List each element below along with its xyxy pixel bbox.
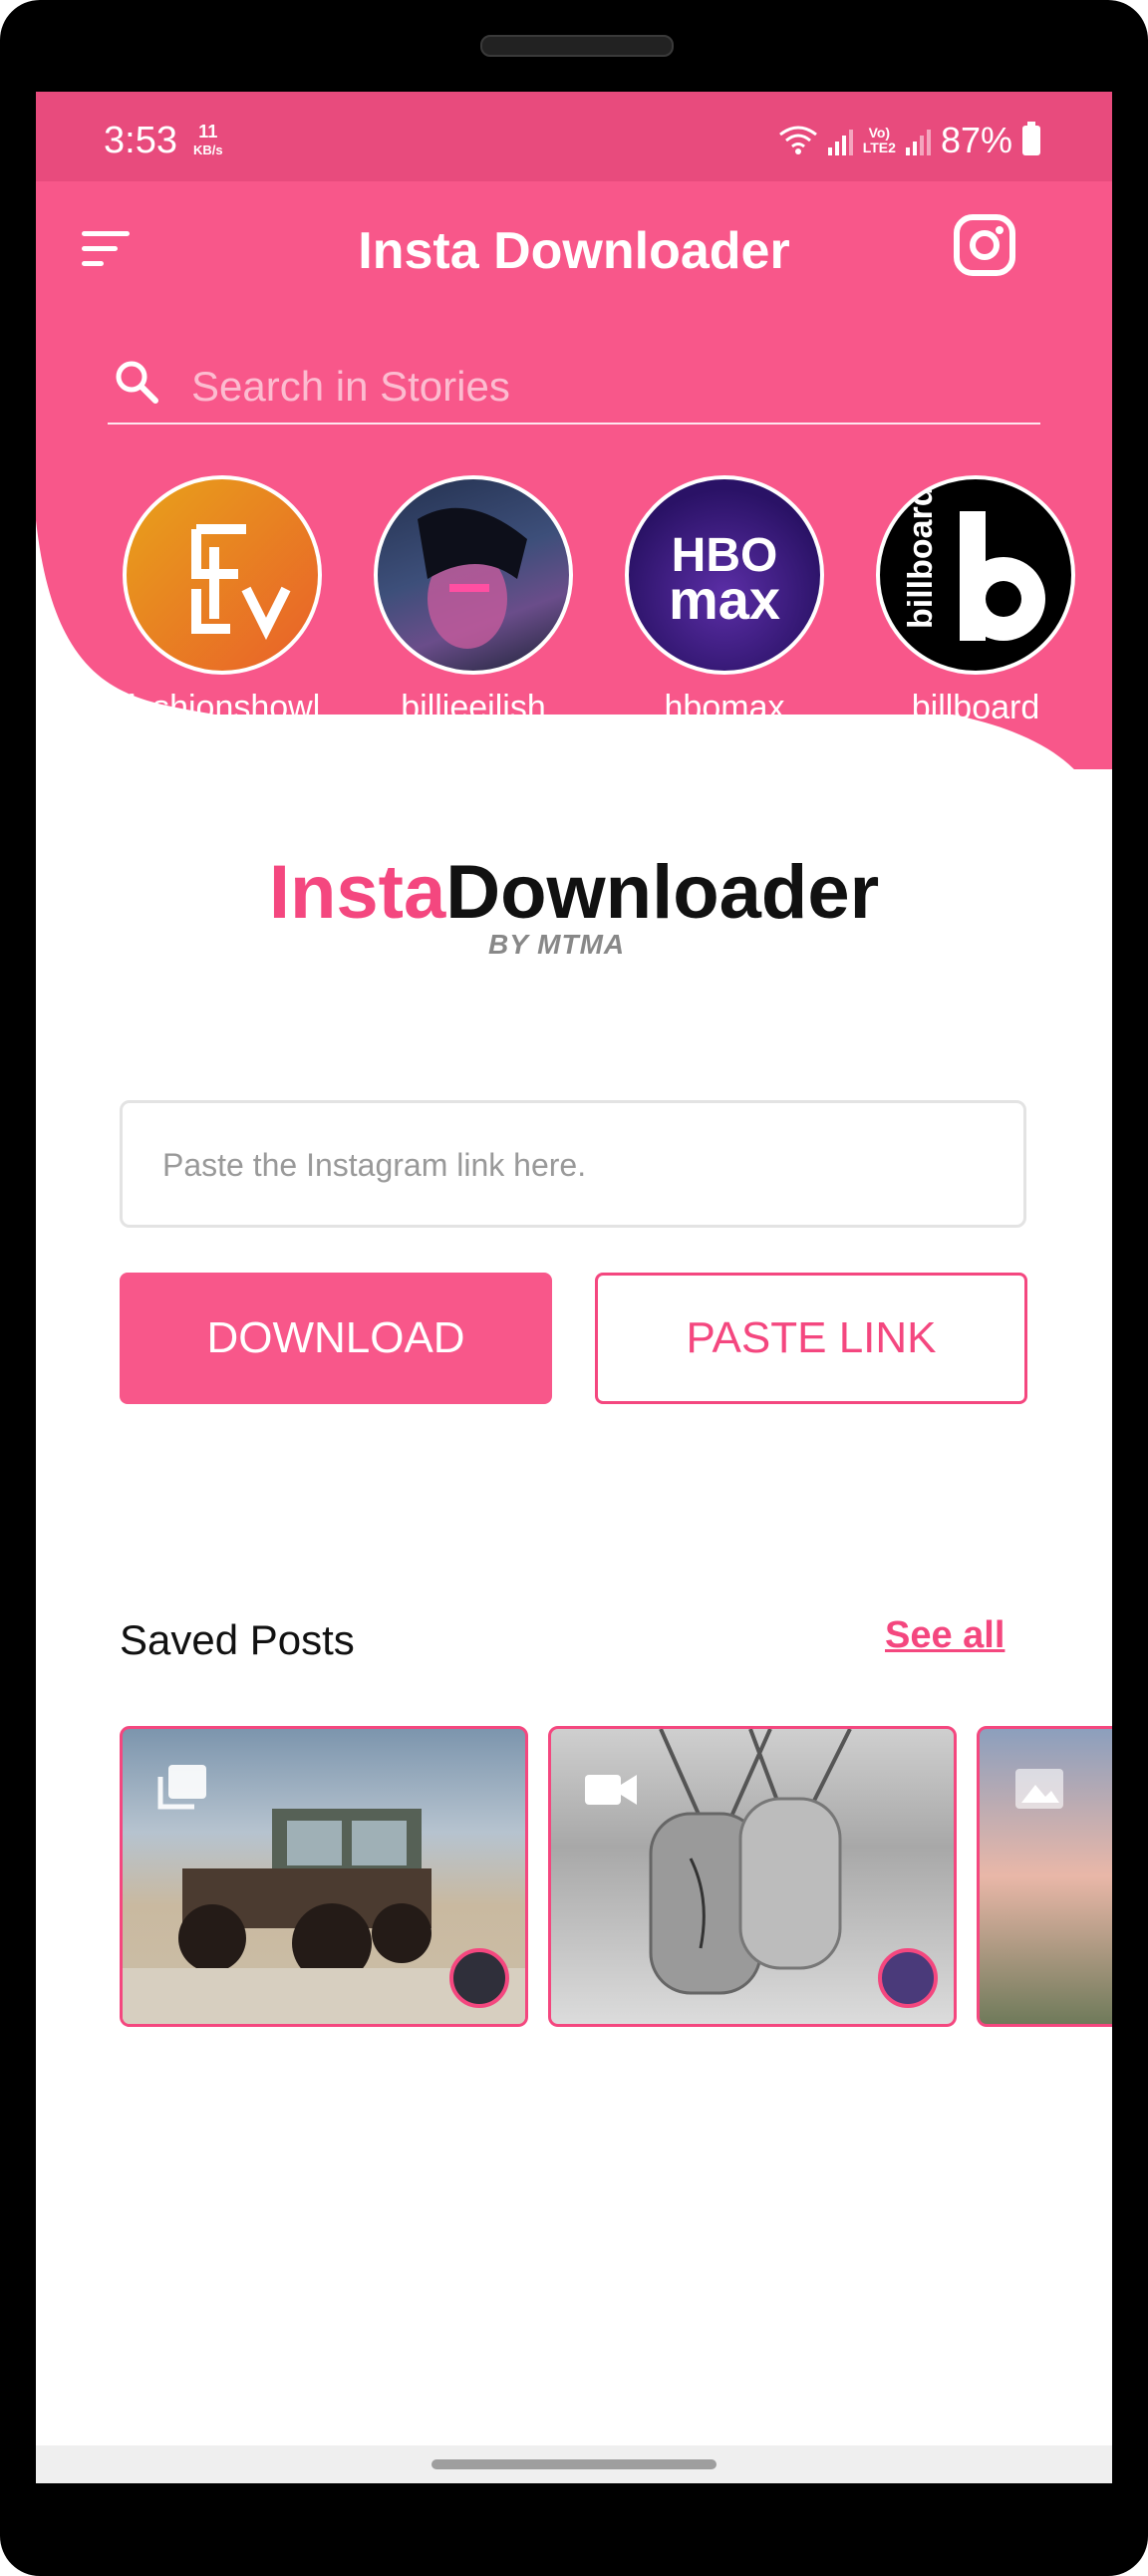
- image-icon: [1015, 1769, 1063, 1809]
- home-gesture-handle[interactable]: [431, 2459, 717, 2469]
- instagram-link-input[interactable]: Paste the Instagram link here.: [120, 1100, 1026, 1228]
- search-placeholder: Search in Stories: [191, 363, 510, 410]
- story-item[interactable]: billieeilish: [369, 475, 578, 727]
- story-avatar: [123, 475, 322, 675]
- carousel-icon: [157, 1765, 206, 1810]
- battery-percent: 87%: [940, 120, 1012, 160]
- status-time: 3:53: [104, 120, 177, 161]
- speaker-grille: [480, 35, 674, 57]
- post-owner-avatar: [449, 1948, 509, 2008]
- logo-part-insta: Insta: [268, 850, 446, 935]
- story-avatar: HBO max: [625, 475, 824, 675]
- device-frame: 3:53 11 KB/s Vo) LTE2 87% Insta Download…: [0, 0, 1148, 2576]
- link-input-placeholder: Paste the Instagram link here.: [162, 1147, 587, 1183]
- instagram-icon[interactable]: [953, 213, 1016, 277]
- story-name: billboard: [911, 689, 1040, 726]
- billboard-logo: billboard: [902, 485, 1045, 641]
- paste-link-button[interactable]: PASTE LINK: [595, 1273, 1027, 1404]
- story-name: billieeilish: [401, 689, 546, 726]
- app-screen: 3:53 11 KB/s Vo) LTE2 87% Insta Download…: [36, 92, 1112, 2483]
- wifi-icon: [778, 126, 817, 154]
- stories-search[interactable]: Search in Stories: [108, 341, 1040, 425]
- search-icon: [116, 361, 158, 404]
- billieeilish-photo: [418, 507, 527, 649]
- story-name: fashionshowl: [124, 689, 321, 726]
- see-all-link[interactable]: See all: [885, 1614, 1004, 1657]
- saved-post-card[interactable]: [120, 1726, 528, 2027]
- network-speed: 11 KB/s: [193, 122, 223, 158]
- logo-part-downloader: Downloader: [445, 850, 880, 935]
- story-avatar: [374, 475, 573, 675]
- network-speed-value: 11: [198, 122, 218, 142]
- svg-text:billboard: billboard: [902, 485, 940, 629]
- stories-row: fashionshowl billieeilish HBO max hbomax…: [36, 475, 1112, 726]
- svg-text:max: max: [669, 568, 780, 631]
- saved-post-card[interactable]: [548, 1726, 957, 2027]
- volte-indicator: Vo) LTE2: [863, 126, 896, 155]
- volte-label: Vo): [868, 125, 891, 141]
- status-right: Vo) LTE2 87%: [778, 120, 1040, 161]
- network-speed-unit: KB/s: [193, 143, 223, 157]
- logo-byline: BY MTMA: [488, 929, 626, 960]
- signal-icon-1: [827, 126, 853, 155]
- download-button[interactable]: DOWNLOAD: [120, 1273, 552, 1404]
- fashionshowl-logo: [191, 524, 291, 641]
- video-icon: [585, 1775, 637, 1805]
- story-name: hbomax: [664, 689, 785, 726]
- saved-posts-title: Saved Posts: [120, 1616, 355, 1663]
- battery-icon: [1022, 122, 1040, 155]
- post-owner-avatar: [878, 1948, 938, 2008]
- hbomax-logo: HBO max: [669, 529, 780, 631]
- story-avatar: billboard: [876, 475, 1075, 675]
- status-bar: 3:53 11 KB/s Vo) LTE2 87%: [36, 92, 1112, 181]
- story-item[interactable]: HBO max hbomax: [620, 475, 829, 727]
- brand-logo: InstaDownloader: [36, 849, 1112, 936]
- saved-post-card[interactable]: [977, 1726, 1112, 2027]
- saved-posts-row: [120, 1726, 1112, 2035]
- signal-icon-2: [905, 126, 931, 155]
- story-item[interactable]: fashionshowl: [118, 475, 327, 727]
- lte-label: LTE2: [862, 140, 896, 155]
- app-title: Insta Downloader: [358, 222, 790, 280]
- story-item[interactable]: billboard billboard: [871, 475, 1080, 727]
